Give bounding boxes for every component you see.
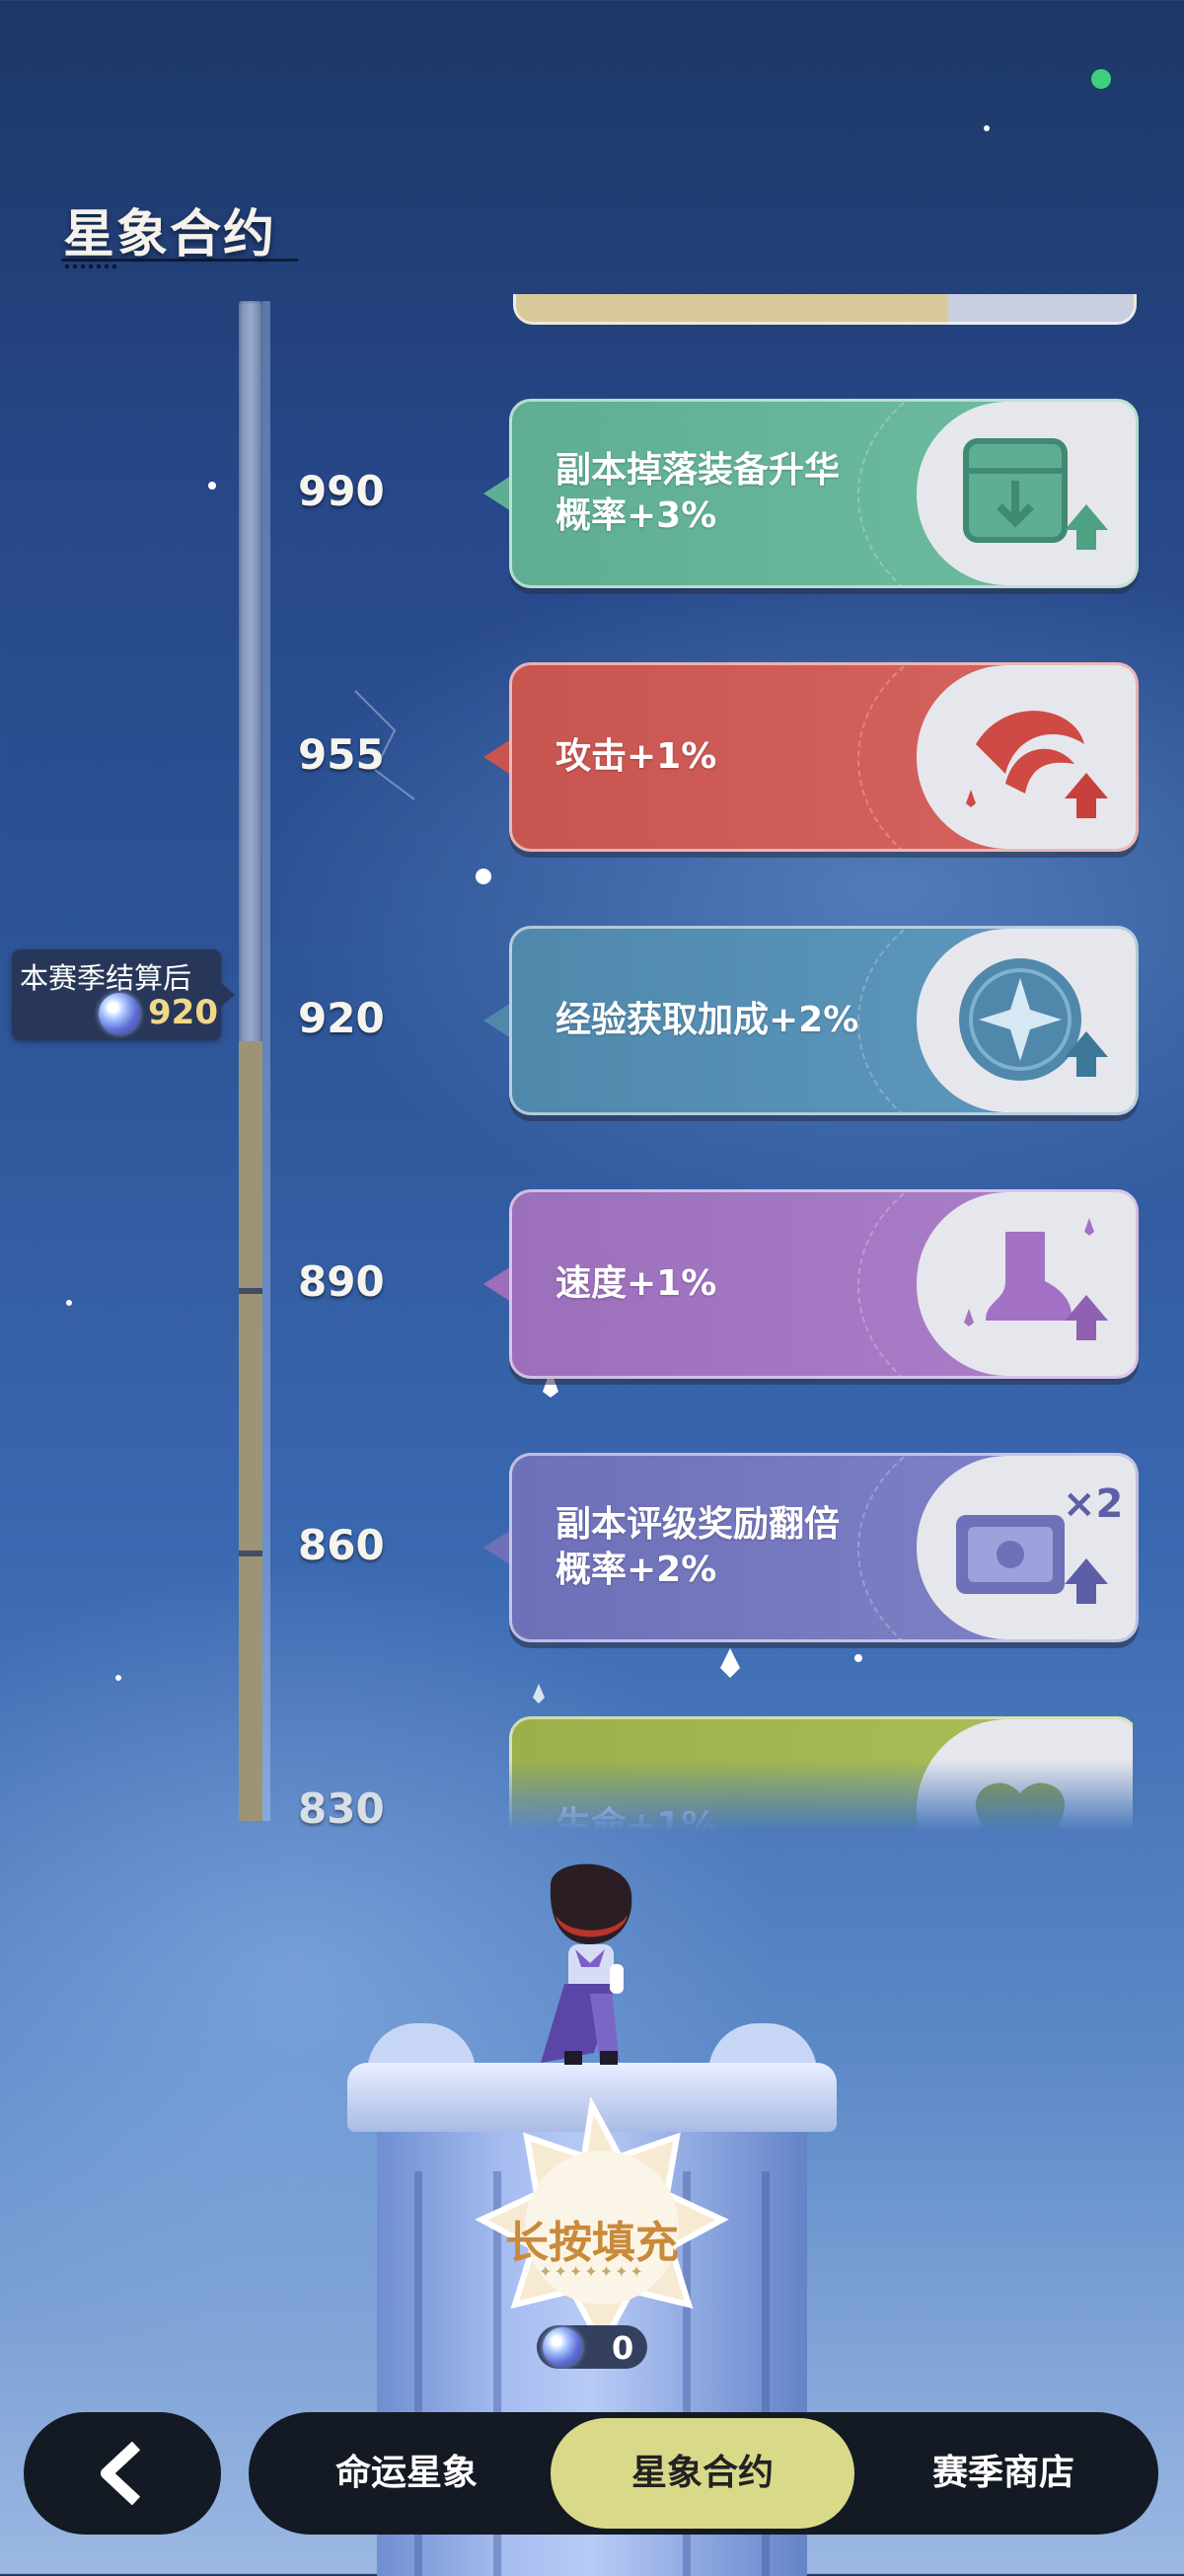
reward-card-955[interactable]: 攻击+1% bbox=[509, 662, 1139, 852]
reward-card-partial bbox=[513, 294, 1137, 325]
reward-text: 副本评级奖励翻倍 概率+2% bbox=[555, 1504, 841, 1590]
reward-text: 生命+1% bbox=[555, 1805, 717, 1831]
svg-text:×2: ×2 bbox=[1063, 1481, 1123, 1527]
progress-track bbox=[239, 301, 262, 1821]
trailblazer-character bbox=[541, 1863, 632, 2065]
hold-to-fill-button[interactable]: 长按填充 bbox=[454, 2207, 730, 2270]
settlement-label: 本赛季结算后 bbox=[20, 961, 192, 995]
box-download-icon bbox=[917, 402, 1136, 585]
card-pointer bbox=[483, 1003, 511, 1038]
tab-season-shop[interactable]: 赛季商店 bbox=[860, 2418, 1147, 2529]
star-orb-icon bbox=[543, 2327, 582, 2367]
tab-fate-constellation[interactable]: 命运星象 bbox=[268, 2418, 545, 2529]
reward-text: 攻击+1% bbox=[555, 736, 717, 777]
fill-badge-decoration: ✦✦✦✦✦✦✦ bbox=[539, 2262, 645, 2281]
orb-count-value: 0 bbox=[612, 2329, 634, 2367]
progress-fill bbox=[239, 1041, 262, 1821]
reward-card-890[interactable]: 速度+1% bbox=[509, 1189, 1139, 1379]
card-pointer bbox=[483, 739, 511, 775]
card-pointer bbox=[483, 476, 511, 511]
status-indicator bbox=[1091, 69, 1111, 89]
page-title: 星象合约 bbox=[63, 205, 277, 265]
season-settlement-tag: 本赛季结算后 920 bbox=[12, 949, 235, 1040]
reward-card-990[interactable]: 副本掉落装备升华 概率+3% bbox=[509, 399, 1139, 588]
title-dots bbox=[65, 265, 118, 268]
level-number: 920 bbox=[298, 994, 385, 1042]
boot-speed-icon bbox=[917, 1192, 1136, 1376]
level-number: 990 bbox=[298, 467, 385, 515]
star-compass-icon bbox=[917, 929, 1136, 1112]
chevron-left-icon bbox=[101, 2442, 141, 2505]
level-number: 830 bbox=[298, 1784, 385, 1833]
back-button[interactable] bbox=[24, 2412, 221, 2535]
tab-constellation-contract[interactable]: 星象合约 bbox=[551, 2418, 854, 2529]
track-glow bbox=[262, 301, 270, 1821]
level-number: 890 bbox=[298, 1257, 385, 1306]
reward-text: 速度+1% bbox=[555, 1263, 717, 1304]
title-underline bbox=[61, 259, 298, 262]
star-orb-icon bbox=[99, 993, 140, 1034]
progress-tick bbox=[239, 1551, 262, 1556]
reward-card-920[interactable]: 经验获取加成+2% bbox=[509, 926, 1139, 1115]
card-pointer bbox=[483, 1266, 511, 1302]
card-pointer bbox=[483, 1530, 511, 1565]
orb-count-pill: 0 bbox=[537, 2325, 647, 2369]
reward-card-860[interactable]: 副本评级奖励翻倍 概率+2% ×2 bbox=[509, 1453, 1139, 1642]
reward-text: 副本掉落装备升华 概率+3% bbox=[555, 450, 841, 536]
attack-swoosh-icon bbox=[917, 665, 1136, 849]
progress-tick bbox=[239, 1288, 262, 1294]
tab-bar: 命运星象 星象合约 赛季商店 bbox=[249, 2412, 1158, 2535]
settlement-value: 920 bbox=[148, 993, 218, 1032]
chest-x2-icon: ×2 bbox=[917, 1456, 1136, 1639]
reward-card-830[interactable]: 生命+1% bbox=[509, 1716, 1133, 1831]
reward-card-830-container: 生命+1% bbox=[509, 1712, 1133, 1831]
level-number: 955 bbox=[298, 730, 385, 779]
reward-text: 经验获取加成+2% bbox=[555, 1000, 859, 1040]
level-number: 860 bbox=[298, 1521, 385, 1569]
heart-icon bbox=[917, 1719, 1133, 1831]
